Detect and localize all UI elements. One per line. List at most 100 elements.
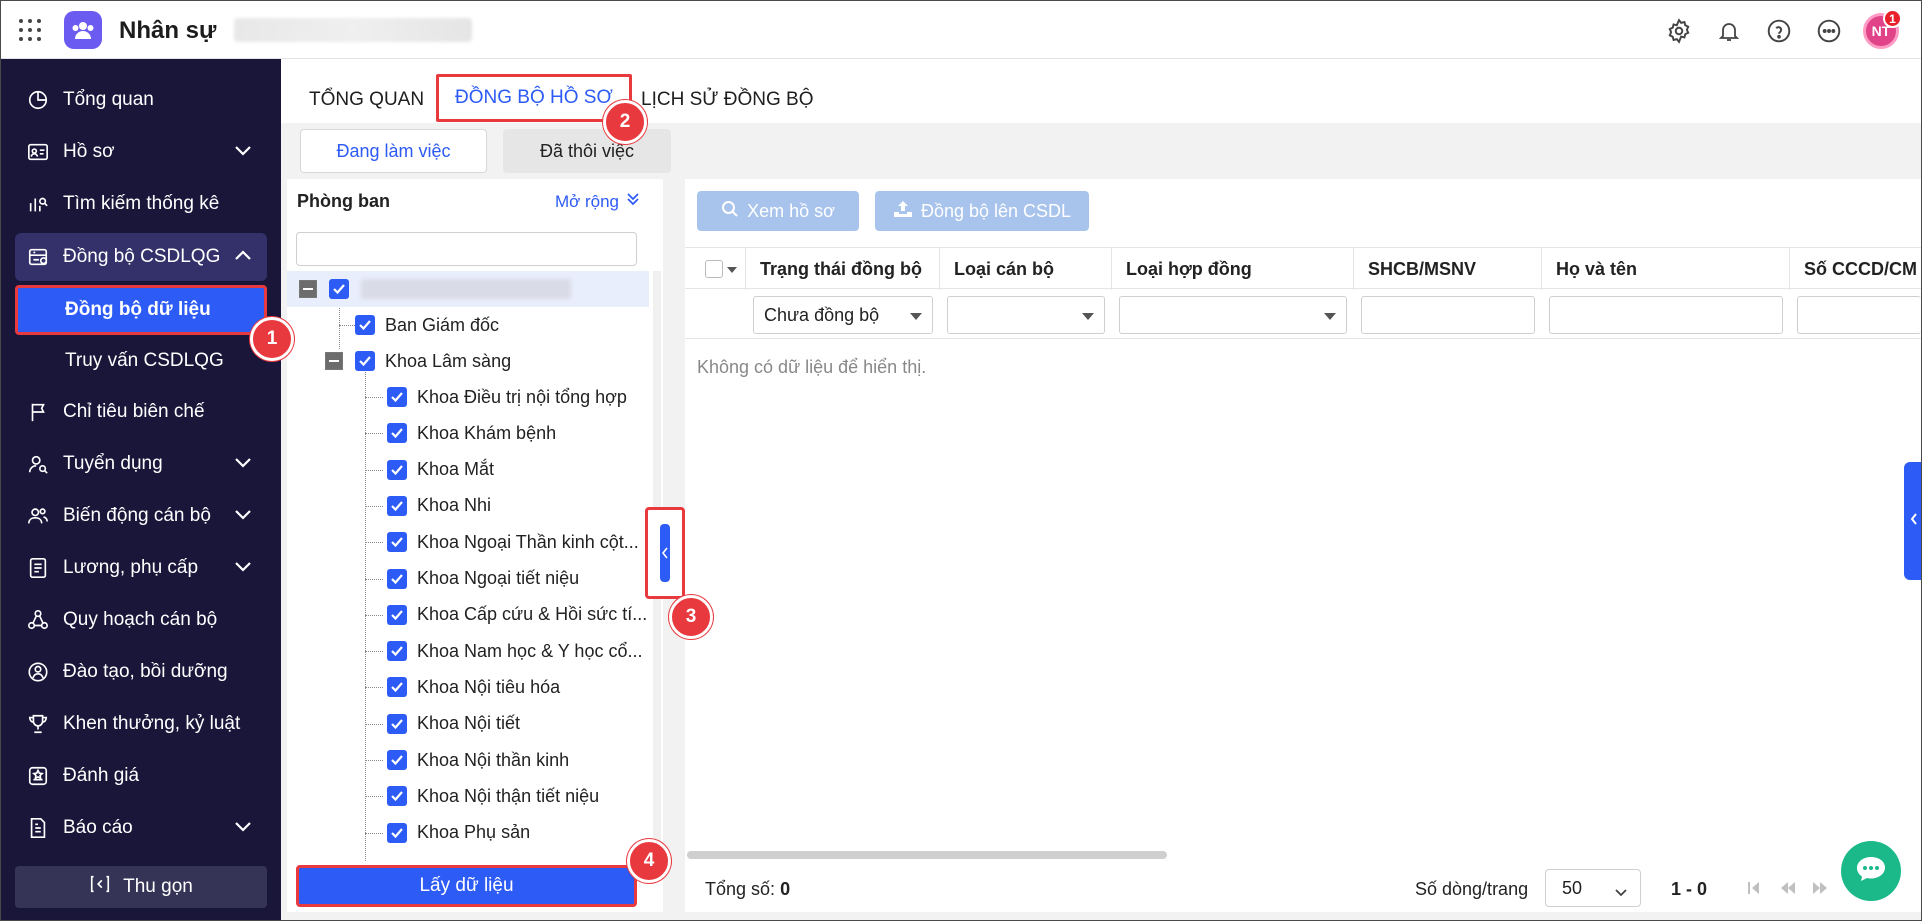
checkbox-checked-icon[interactable] — [387, 786, 407, 807]
checkbox-checked-icon[interactable] — [329, 279, 349, 299]
tree-row-department[interactable]: Khoa Khám bệnh — [287, 415, 649, 451]
sidebar-item-search-stats[interactable]: Tìm kiếm thống kê — [15, 181, 267, 227]
annotation-badge-4: 4 — [627, 839, 671, 883]
department-search-input[interactable] — [296, 232, 637, 266]
expand-link[interactable]: Mở rộng — [555, 191, 641, 212]
help-icon[interactable] — [1763, 15, 1795, 47]
tree-row-board[interactable]: Ban Giám đốc — [287, 307, 649, 343]
select-all-checkbox[interactable] — [705, 260, 723, 278]
column-header-staff-code[interactable]: SHCB/MSNV — [1353, 248, 1541, 290]
sidebar-item-staff-changes[interactable]: Biến động cán bộ — [15, 493, 267, 539]
checkbox-checked-icon[interactable] — [387, 495, 407, 516]
tree-row-department[interactable]: Khoa Nội tiêu hóa — [287, 669, 649, 705]
tree-row-clinical[interactable]: Khoa Lâm sàng — [287, 343, 649, 379]
tree-row-department[interactable]: Khoa Mắt — [287, 452, 649, 488]
more-icon[interactable] — [1813, 15, 1845, 47]
checkbox-checked-icon[interactable] — [387, 750, 407, 770]
annotation-badge-1: 1 — [250, 317, 294, 361]
checkbox-checked-icon[interactable] — [387, 677, 407, 698]
select-menu-caret-icon[interactable] — [727, 267, 737, 273]
tree-row-department[interactable]: Khoa Ngoại tiết niệu — [287, 561, 649, 597]
page-size-value: 50 — [1562, 877, 1583, 898]
first-page-icon[interactable] — [1747, 881, 1761, 900]
tree-row-department[interactable]: Khoa Cấp cứu & Hồi sức tí... — [287, 597, 649, 633]
tree-row-department[interactable]: Khoa Nhi — [287, 488, 649, 524]
tab-sync-history[interactable]: LỊCH SỬ ĐỒNG BỘ — [641, 89, 813, 111]
checkbox-checked-icon[interactable] — [387, 641, 407, 662]
total-count: Tổng số: 0 — [705, 879, 790, 900]
staff-code-filter[interactable] — [1361, 296, 1535, 334]
checkbox-checked-icon[interactable] — [387, 822, 407, 843]
next-page-icon[interactable] — [1811, 881, 1829, 900]
database-sync-icon — [25, 244, 51, 270]
tree-row-department[interactable]: Khoa Phụ sản — [287, 815, 649, 851]
sync-status-filter[interactable]: Chưa đồng bộ — [753, 296, 933, 334]
checkbox-checked-icon[interactable] — [387, 459, 407, 480]
sidebar-item-overview[interactable]: Tổng quan — [15, 77, 267, 123]
horizontal-scrollbar[interactable] — [687, 851, 1167, 859]
chat-support-button[interactable] — [1841, 841, 1901, 901]
column-header-sync-status[interactable]: Trạng thái đồng bộ — [745, 248, 939, 290]
bell-icon[interactable] — [1713, 15, 1745, 47]
org-chart-icon — [25, 607, 51, 633]
checkbox-checked-icon[interactable] — [387, 423, 407, 444]
id-number-filter[interactable] — [1797, 296, 1921, 334]
checkbox-checked-icon[interactable] — [387, 568, 407, 589]
sidebar-item-staff-planning[interactable]: Quy hoạch cán bộ — [15, 597, 267, 643]
user-avatar[interactable]: NT 1 — [1863, 9, 1902, 49]
column-header-id-number[interactable]: Số CCCD/CM — [1789, 248, 1921, 290]
sidebar-subitem-sync-data[interactable]: Đồng bộ dữ liệu — [15, 285, 267, 335]
subtab-retired[interactable]: Đã thôi việc — [503, 129, 671, 173]
checkbox-checked-icon[interactable] — [387, 532, 407, 553]
view-profile-button[interactable]: Xem hồ sơ — [697, 191, 859, 231]
collapse-sidebar-button[interactable]: Thu gọn — [15, 866, 267, 908]
apps-grid-icon[interactable] — [19, 19, 41, 41]
sync-upload-button[interactable]: Đồng bộ lên CSDL — [875, 191, 1089, 231]
column-header-staff-type[interactable]: Loại cán bộ — [939, 248, 1111, 290]
sidebar-item-rewards[interactable]: Khen thưởng, kỷ luật — [15, 701, 267, 747]
column-header-full-name[interactable]: Họ và tên — [1541, 248, 1789, 290]
sidebar-item-sync-csdlqg[interactable]: Đồng bộ CSDLQG — [15, 233, 267, 281]
panel-collapse-handle[interactable] — [645, 507, 685, 599]
contract-type-filter[interactable] — [1119, 296, 1347, 334]
tree-row-department[interactable]: Khoa Nam học & Y học cổ... — [287, 633, 649, 669]
page-size-select[interactable]: 50 — [1545, 869, 1641, 907]
sidebar-item-salary[interactable]: Lương, phụ cấp — [15, 545, 267, 591]
sidebar-item-staffing-quota[interactable]: Chỉ tiêu biên chế — [15, 389, 267, 435]
subtab-working[interactable]: Đang làm việc — [300, 129, 487, 173]
sidebar-item-evaluation[interactable]: Đánh giá — [15, 753, 267, 799]
tree-row-department[interactable]: Khoa Ngoại Thần kinh cột... — [287, 524, 649, 560]
collapse-node-icon[interactable] — [325, 352, 343, 370]
tab-sync-profile[interactable]: ĐỒNG BỘ HỒ SƠ — [436, 74, 632, 122]
sidebar-item-training[interactable]: Đào tạo, bồi dưỡng — [15, 649, 267, 695]
tab-overview[interactable]: TỔNG QUAN — [309, 89, 424, 111]
tree-row-department[interactable]: Khoa Nội tiết — [287, 706, 649, 742]
tree-row-department[interactable]: Khoa Nội thần kinh — [287, 742, 649, 778]
right-drawer-handle[interactable] — [1904, 462, 1921, 580]
sidebar-item-reports[interactable]: Báo cáo — [15, 805, 267, 851]
checkbox-checked-icon[interactable] — [387, 713, 407, 734]
tree-row-root[interactable] — [287, 271, 649, 307]
prev-page-icon[interactable] — [1779, 881, 1797, 900]
chevron-down-icon — [233, 818, 253, 840]
collapse-node-icon[interactable] — [299, 280, 317, 298]
settings-gear-icon[interactable] — [1663, 15, 1695, 47]
tree-label: Khoa Ngoại Thần kinh cột... — [417, 531, 639, 552]
sidebar-item-recruitment[interactable]: Tuyển dụng — [15, 441, 267, 487]
checkbox-checked-icon[interactable] — [387, 604, 407, 625]
sidebar-item-profile[interactable]: Hồ sơ — [15, 129, 267, 175]
top-bar: Nhân sự NT 1 — [1, 1, 1921, 59]
sidebar-item-label: Tổng quan — [63, 89, 154, 110]
checkbox-checked-icon[interactable] — [387, 387, 407, 407]
tree-row-department[interactable]: Khoa Nội thận tiết niệu — [287, 778, 649, 814]
sidebar-subitem-query-csdlqg[interactable]: Truy vấn CSDLQG — [15, 336, 267, 386]
chevron-left-icon — [660, 524, 670, 582]
checkbox-checked-icon[interactable] — [355, 351, 375, 371]
get-data-button[interactable]: Lấy dữ liệu — [296, 865, 637, 907]
notification-badge: 1 — [1883, 9, 1902, 28]
checkbox-checked-icon[interactable] — [355, 315, 375, 335]
tree-row-department[interactable]: Khoa Điều trị nội tổng hợp — [287, 379, 649, 415]
column-header-contract-type[interactable]: Loại hợp đồng — [1111, 248, 1353, 290]
staff-type-filter[interactable] — [947, 296, 1105, 334]
full-name-filter[interactable] — [1549, 296, 1783, 334]
